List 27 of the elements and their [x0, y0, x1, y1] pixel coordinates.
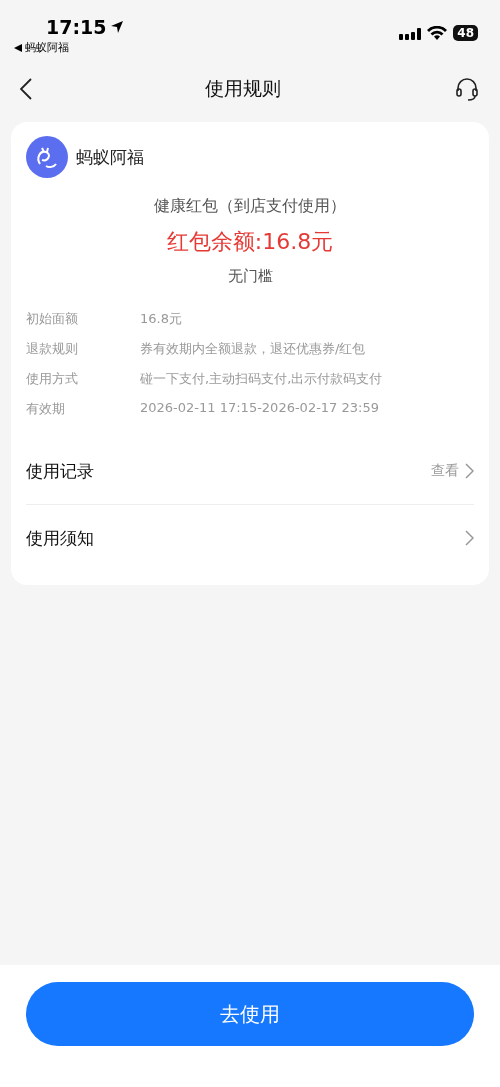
- link-row-label[interactable]: 使用记录: [26, 459, 94, 483]
- chevron-right-icon: [465, 530, 474, 546]
- brand-logo-icon: [26, 136, 68, 178]
- status-time: 17:15: [46, 16, 107, 38]
- back-triangle-icon[interactable]: [14, 43, 22, 52]
- detail-value: 2026-02-11 17:15-2026-02-17 23:59: [140, 400, 380, 417]
- usage-threshold: 无门槛: [227, 267, 273, 286]
- use-button[interactable]: 去使用: [26, 982, 474, 1046]
- voucher-name: 健康红包（到店支付使用）: [154, 196, 346, 217]
- location-arrow-icon: [110, 20, 125, 34]
- link-row-label[interactable]: 使用须知: [26, 526, 94, 550]
- detail-value: 券有效期内全额退款，退还优惠券/红包: [140, 340, 367, 358]
- detail-value: 16.8元: [140, 310, 183, 328]
- battery-indicator: 48: [453, 25, 478, 41]
- brand-name: 蚂蚁阿福: [76, 145, 144, 169]
- detail-label: 使用方式: [26, 370, 79, 388]
- voucher-balance: 红包余额:16.8元: [166, 228, 334, 256]
- back-to-app-link[interactable]: 蚂蚁阿福: [25, 40, 69, 55]
- signal-icon: [399, 26, 422, 40]
- chevron-right-icon: [465, 463, 474, 479]
- detail-label: 初始面额: [26, 310, 79, 328]
- headset-icon[interactable]: [454, 76, 480, 102]
- wifi-icon: [427, 26, 448, 40]
- page-title: 使用规则: [205, 76, 281, 101]
- detail-label: 有效期: [26, 400, 66, 418]
- detail-label: 退款规则: [26, 340, 79, 358]
- back-icon[interactable]: [20, 78, 32, 100]
